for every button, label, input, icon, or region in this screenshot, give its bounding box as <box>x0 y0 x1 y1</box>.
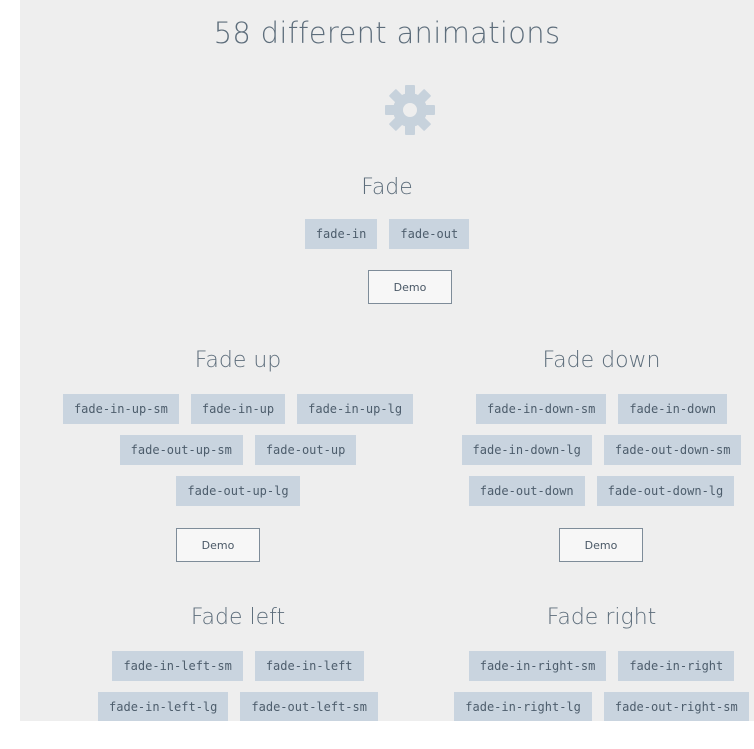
fade-up-row-2: fade-out-up-sm fade-out-up <box>20 435 456 465</box>
fade-down-row-1: fade-in-down-sm fade-in-down <box>436 394 754 424</box>
fade-down-row-2: fade-in-down-lg fade-out-down-sm <box>436 435 754 465</box>
fade-up-row-1: fade-in-up-sm fade-in-up fade-in-up-lg <box>20 394 456 424</box>
fade-up-demo-button[interactable]: Demo <box>176 528 260 562</box>
section-title-fade-down: Fade down <box>542 348 661 373</box>
animations-panel: 58 different animations Fade fade-in fad… <box>20 0 754 721</box>
tag-fade-in-right-lg[interactable]: fade-in-right-lg <box>454 692 592 721</box>
tag-fade-in-left-lg[interactable]: fade-in-left-lg <box>98 692 229 721</box>
fade-tags: fade-in fade-out <box>20 219 754 249</box>
tag-fade-out-up[interactable]: fade-out-up <box>254 435 357 465</box>
section-title-fade-right: Fade right <box>546 605 657 630</box>
tag-fade-out-down-sm[interactable]: fade-out-down-sm <box>603 435 742 465</box>
fade-demo-button[interactable]: Demo <box>368 270 452 304</box>
section-title-fade: Fade <box>361 175 413 200</box>
tag-fade-in-up-lg[interactable]: fade-in-up-lg <box>297 394 414 424</box>
tag-fade-out[interactable]: fade-out <box>389 219 470 249</box>
section-title-fade-left: Fade left <box>190 605 286 630</box>
tag-fade-out-down-lg[interactable]: fade-out-down-lg <box>596 476 735 506</box>
tag-fade-in[interactable]: fade-in <box>304 219 378 249</box>
page-title: 58 different animations <box>213 16 561 50</box>
tag-fade-out-left-sm[interactable]: fade-out-left-sm <box>240 692 378 721</box>
fade-left-row-2: fade-in-left-lg fade-out-left-sm <box>20 692 456 721</box>
tag-fade-in-right[interactable]: fade-in-right <box>618 651 735 681</box>
gear-icon <box>384 84 436 136</box>
tag-fade-in-down-lg[interactable]: fade-in-down-lg <box>461 435 592 465</box>
tag-fade-out-right-sm[interactable]: fade-out-right-sm <box>603 692 749 721</box>
tag-fade-in-up-sm[interactable]: fade-in-up-sm <box>62 394 179 424</box>
fade-right-row-1: fade-in-right-sm fade-in-right <box>436 651 754 681</box>
tag-fade-out-down[interactable]: fade-out-down <box>468 476 585 506</box>
fade-down-row-3: fade-out-down fade-out-down-lg <box>436 476 754 506</box>
tag-fade-in-left[interactable]: fade-in-left <box>254 651 364 681</box>
fade-left-row-1: fade-in-left-sm fade-in-left <box>20 651 456 681</box>
tag-fade-in-right-sm[interactable]: fade-in-right-sm <box>468 651 607 681</box>
tag-fade-in-up[interactable]: fade-in-up <box>190 394 286 424</box>
tag-fade-in-down-sm[interactable]: fade-in-down-sm <box>475 394 607 424</box>
fade-down-demo-button[interactable]: Demo <box>559 528 643 562</box>
fade-right-row-2: fade-in-right-lg fade-out-right-sm <box>436 692 754 721</box>
tag-fade-out-up-sm[interactable]: fade-out-up-sm <box>119 435 243 465</box>
tag-fade-in-down[interactable]: fade-in-down <box>618 394 728 424</box>
fade-up-row-3: fade-out-up-lg <box>20 476 456 506</box>
section-title-fade-up: Fade up <box>194 348 282 373</box>
tag-fade-out-up-lg[interactable]: fade-out-up-lg <box>176 476 300 506</box>
tag-fade-in-left-sm[interactable]: fade-in-left-sm <box>112 651 243 681</box>
